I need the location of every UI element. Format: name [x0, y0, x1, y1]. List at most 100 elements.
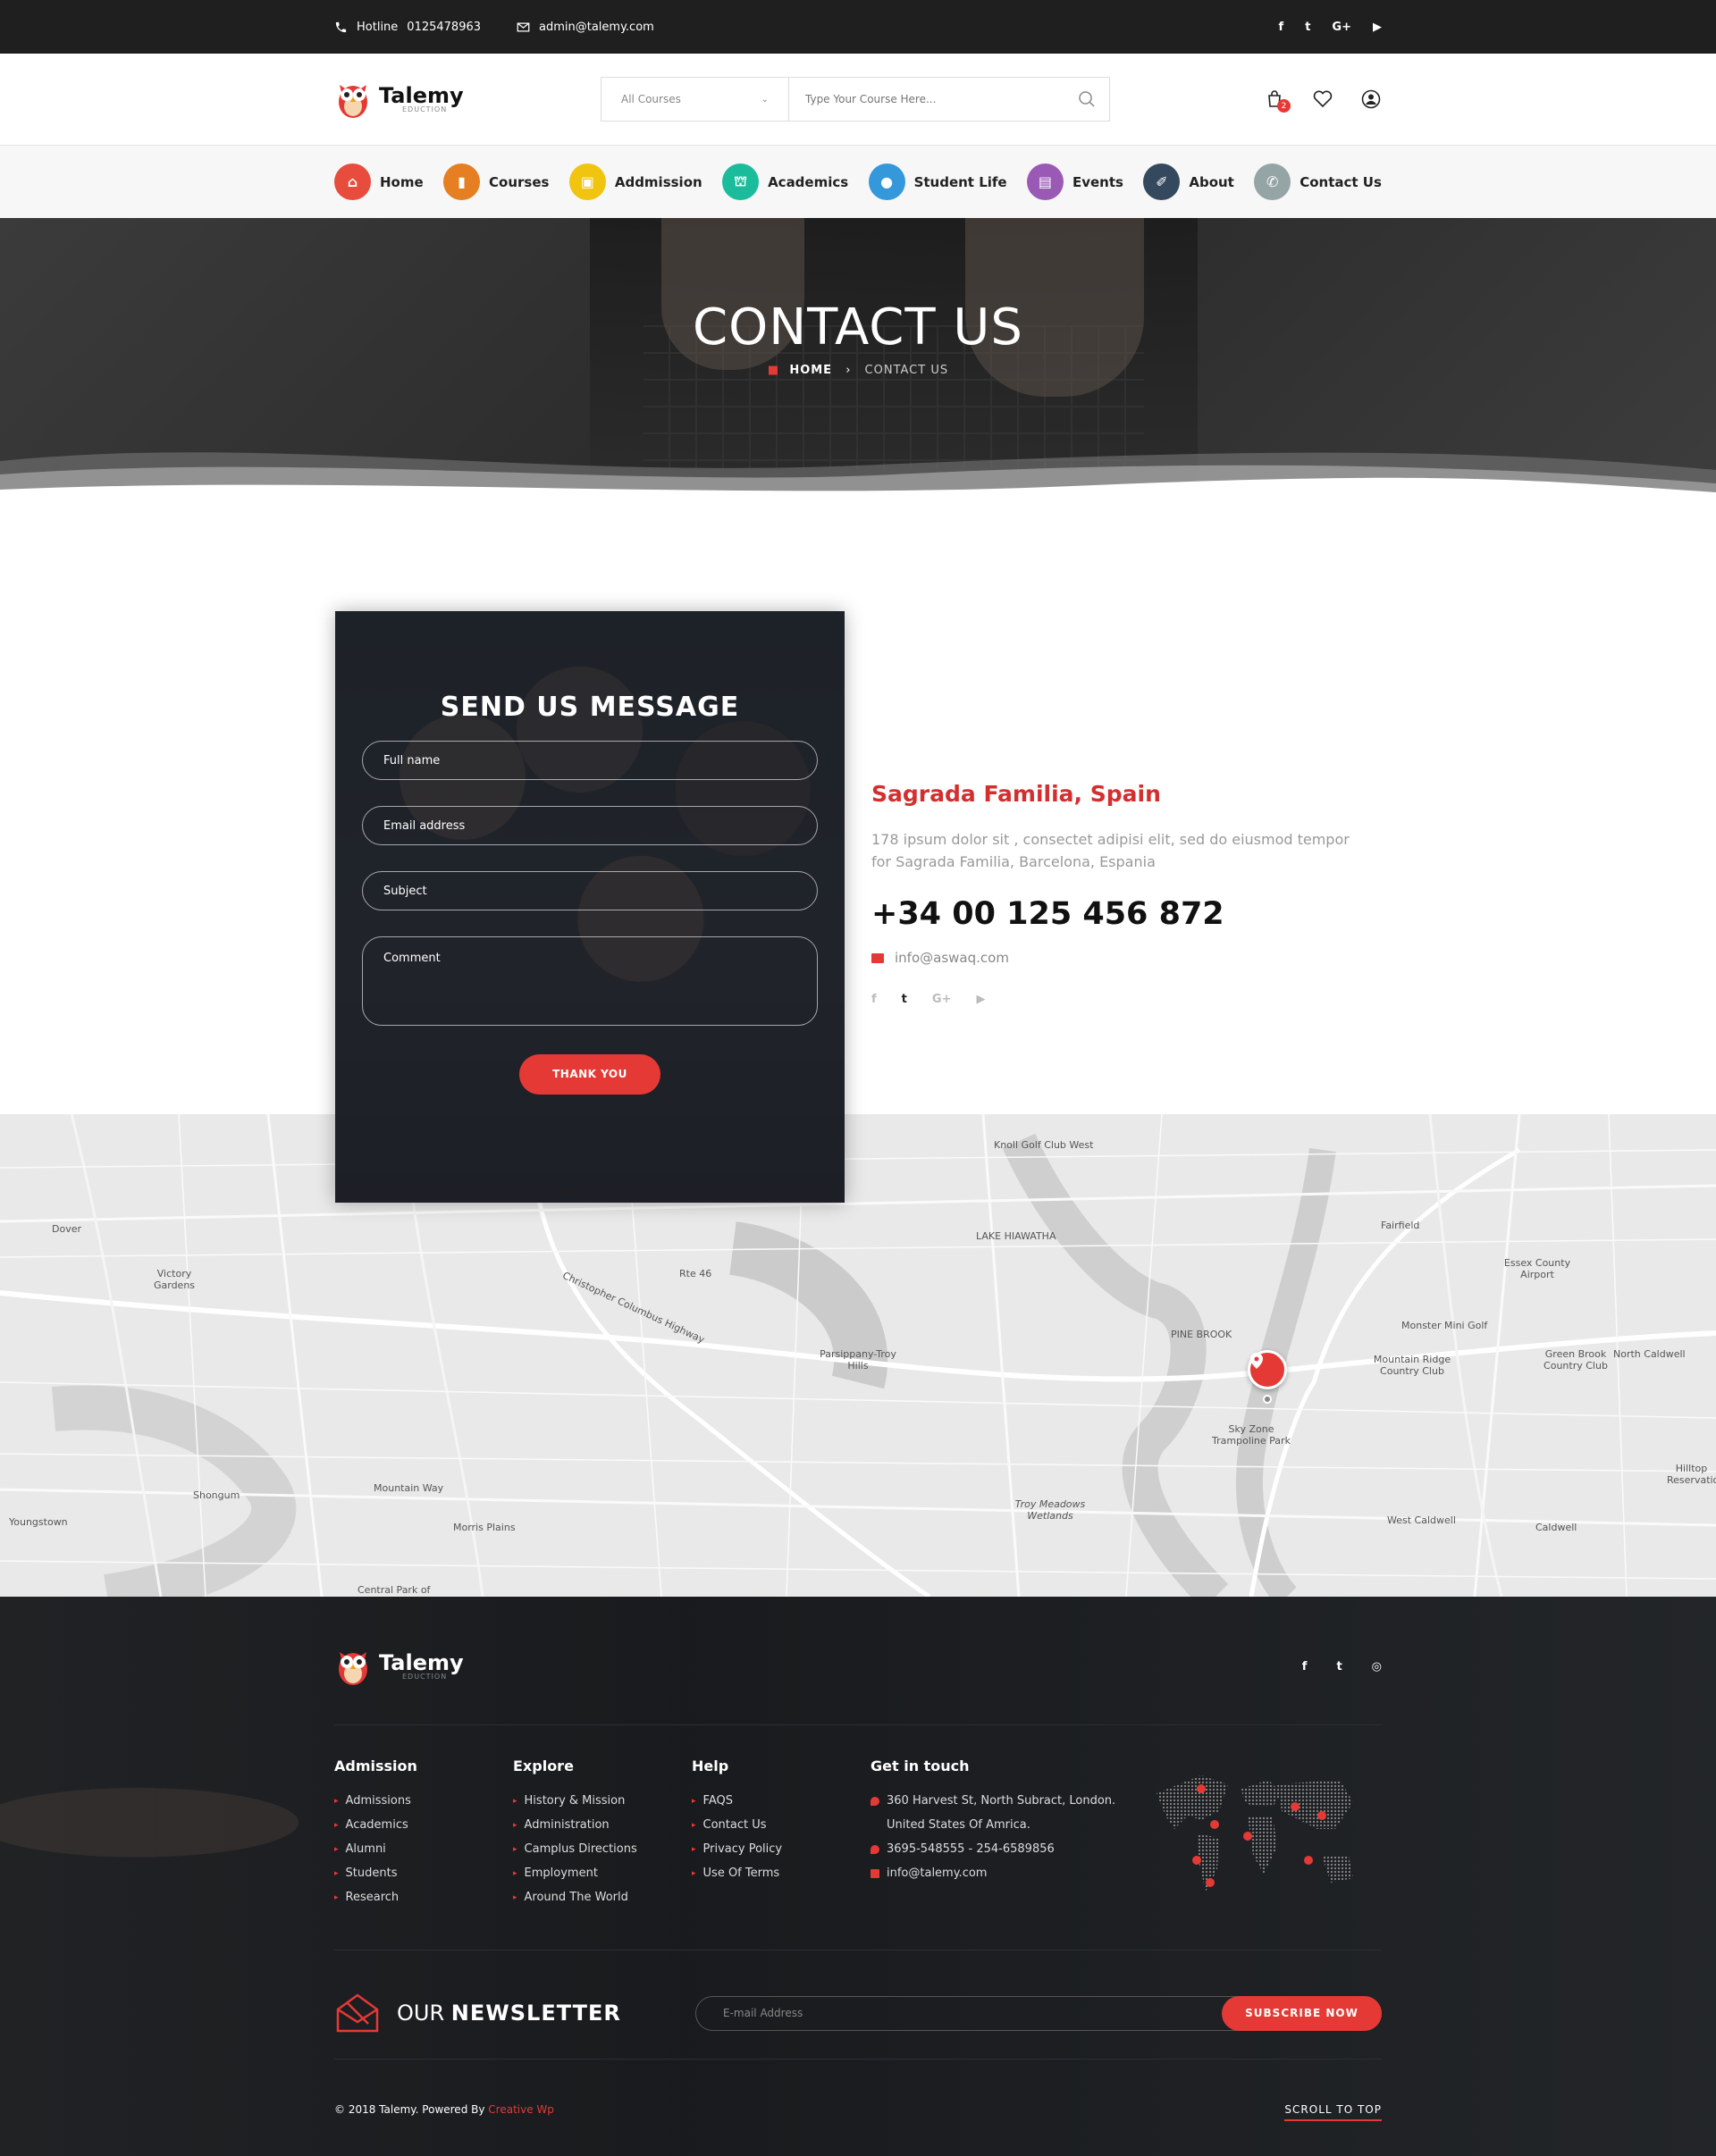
nav-item-admission[interactable]: ▣ Addmission: [568, 164, 702, 200]
footer-logo-sub: EDUCTION: [402, 1673, 448, 1681]
footer-link[interactable]: ▸ Contact Us: [692, 1818, 871, 1832]
footer-link-text[interactable]: Academics: [346, 1818, 408, 1832]
powered-link[interactable]: Creative Wp: [488, 2103, 554, 2116]
map-label: Monster Mini Golf: [1401, 1320, 1488, 1331]
facebook-icon[interactable]: f: [1302, 1660, 1308, 1674]
google-plus-icon[interactable]: G+: [932, 993, 952, 1006]
footer-link[interactable]: ▸ Around The World: [513, 1891, 692, 1904]
footer-link[interactable]: ▸ Employment: [513, 1867, 692, 1880]
youtube-icon[interactable]: ▶: [1373, 21, 1382, 34]
facebook-icon[interactable]: f: [1279, 21, 1284, 34]
envelope-icon: [336, 1993, 379, 2033]
footer-link-text[interactable]: History & Mission: [525, 1794, 626, 1808]
footer-link[interactable]: ▸ FAQS: [692, 1794, 871, 1808]
twitter-icon[interactable]: t: [1305, 21, 1310, 34]
footer-phones[interactable]: 3695-548555 - 254-6589856: [871, 1842, 1139, 1856]
footer-link[interactable]: ▸ Camplus Directions: [513, 1842, 692, 1856]
nav-item-courses[interactable]: ▮ Courses: [443, 164, 549, 200]
google-plus-icon[interactable]: G+: [1332, 21, 1351, 34]
footer-link[interactable]: ▸ Use Of Terms: [692, 1867, 871, 1880]
footer-link-text[interactable]: Alumni: [346, 1842, 386, 1856]
twitter-icon[interactable]: t: [902, 993, 907, 1006]
caret-right-icon: ▸: [513, 1844, 517, 1854]
home-icon: ⌂: [334, 164, 371, 200]
contact-phone[interactable]: +34 00 125 456 872: [871, 896, 1372, 932]
account-button[interactable]: [1360, 88, 1382, 110]
comment-field[interactable]: Comment: [362, 936, 818, 1026]
nav-item-about[interactable]: ✐ About: [1143, 164, 1234, 200]
nav-item-student-life[interactable]: ● Student Life: [868, 164, 1007, 200]
map-label: Essex County Airport: [1503, 1257, 1571, 1280]
wishlist-button[interactable]: [1312, 88, 1333, 110]
phones-text[interactable]: 3695-548555 - 254-6589856: [887, 1842, 1055, 1856]
footer-link-text[interactable]: Administration: [525, 1818, 610, 1832]
map-pin-icon[interactable]: [1248, 1350, 1287, 1389]
contact-form-card: SEND US MESSAGE Full name Email address …: [335, 611, 845, 1203]
search-icon: [1079, 91, 1095, 107]
course-category-select[interactable]: All Courses ⌄: [601, 78, 789, 121]
world-map-image: [1157, 1775, 1353, 1892]
subject-field[interactable]: Subject: [362, 871, 818, 910]
twitter-icon[interactable]: t: [1336, 1660, 1342, 1674]
nav-item-academics[interactable]: ⛫ Academics: [722, 164, 848, 200]
nav-item-events[interactable]: ▤ Events: [1026, 164, 1123, 200]
phone-icon: [335, 21, 347, 32]
footer-logo[interactable]: Talemy EDUCTION: [334, 1647, 601, 1686]
full-name-field[interactable]: Full name: [362, 741, 818, 780]
footer-link-text[interactable]: Admissions: [346, 1794, 411, 1808]
footer-link-text[interactable]: Employment: [525, 1867, 598, 1880]
breadcrumb-home[interactable]: HOME: [789, 364, 832, 377]
top-email[interactable]: admin@talemy.com: [517, 21, 654, 34]
search-button[interactable]: [1064, 78, 1109, 121]
email-text[interactable]: info@talemy.com: [887, 1867, 987, 1880]
nav-item-contact-us[interactable]: ✆ Contact Us: [1254, 164, 1382, 200]
facebook-icon[interactable]: f: [871, 993, 877, 1006]
category-value: All Courses: [621, 93, 681, 105]
logo[interactable]: Talemy EDUCTION: [334, 80, 601, 119]
hotline-number[interactable]: 0125478963: [407, 21, 481, 34]
map-label: Youngstown: [9, 1516, 68, 1528]
contact-email-text[interactable]: info@aswaq.com: [895, 950, 1009, 966]
nav-item-home[interactable]: ⌂ Home: [334, 164, 424, 200]
footer-link-text[interactable]: Around The World: [525, 1891, 628, 1904]
caret-right-icon: ▸: [513, 1796, 517, 1806]
footer-link-text[interactable]: Use Of Terms: [703, 1867, 780, 1880]
map-label: Morris Plains: [453, 1522, 516, 1533]
heart-icon: [1313, 90, 1333, 108]
cart-button[interactable]: 2: [1264, 88, 1291, 113]
scroll-to-top-button[interactable]: SCROLL TO TOP: [1284, 2103, 1382, 2121]
footer-link[interactable]: ▸ Alumni: [334, 1842, 513, 1856]
footer-link-text[interactable]: Contact Us: [703, 1818, 767, 1832]
newsletter-strong: NEWSLETTER: [450, 2001, 621, 2026]
search-input[interactable]: [789, 78, 1064, 121]
youtube-icon[interactable]: ▶: [976, 993, 985, 1006]
footer-link[interactable]: ▸ Admissions: [334, 1794, 513, 1808]
footer-link[interactable]: ▸ Administration: [513, 1818, 692, 1832]
footer-link[interactable]: ▸ Privacy Policy: [692, 1842, 871, 1856]
location-map[interactable]: Knoll Golf Club West LAKE HIAWATHA PINE …: [0, 1114, 1716, 1597]
footer-link[interactable]: ▸ Academics: [334, 1818, 513, 1832]
footer-col-title: Get in touch: [871, 1758, 970, 1774]
contact-section: SEND US MESSAGE Full name Email address …: [0, 513, 1716, 1203]
contact-social: f t G+ ▶: [871, 993, 1372, 1006]
footer-link[interactable]: ▸ Research: [334, 1891, 513, 1904]
footer-link-text[interactable]: Privacy Policy: [703, 1842, 783, 1856]
footer-link-text[interactable]: Research: [346, 1891, 400, 1904]
map-label: Shongum: [193, 1489, 240, 1501]
footer-link-text[interactable]: FAQS: [703, 1794, 733, 1808]
footer-link-text[interactable]: Students: [346, 1867, 398, 1880]
footer-columns: Admission ▸ Admissions ▸ Academics ▸ Alumni…: [334, 1758, 1139, 1915]
contact-info: Sagrada Familia, Spain 178 ipsum dolor s…: [871, 781, 1372, 1006]
contact-email[interactable]: info@aswaq.com: [871, 950, 1372, 966]
footer-link[interactable]: ▸ Students: [334, 1867, 513, 1880]
submit-button[interactable]: THANK YOU: [519, 1054, 660, 1095]
email-field[interactable]: Email address: [362, 806, 818, 845]
instagram-icon[interactable]: ◎: [1372, 1660, 1382, 1674]
subscribe-button[interactable]: SUBSCRIBE NOW: [1222, 1995, 1382, 2031]
hotline: Hotline 0125478963: [334, 21, 481, 34]
footer-link-text[interactable]: Camplus Directions: [525, 1842, 637, 1856]
top-email-text[interactable]: admin@talemy.com: [539, 21, 654, 34]
footer-link[interactable]: ▸ History & Mission: [513, 1794, 692, 1808]
newsletter-email-input[interactable]: E-mail Address: [723, 2007, 803, 2019]
footer-email[interactable]: info@talemy.com: [871, 1867, 1139, 1880]
